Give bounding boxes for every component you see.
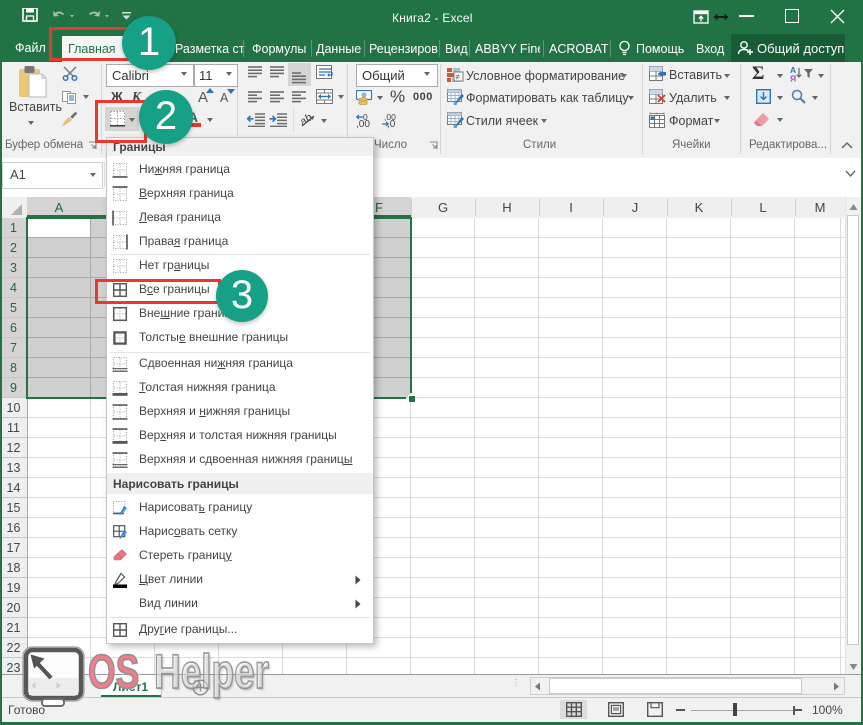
- svg-text:0: 0: [363, 112, 368, 122]
- svg-text:Я: Я: [790, 74, 796, 83]
- svg-text:≠: ≠: [456, 73, 461, 82]
